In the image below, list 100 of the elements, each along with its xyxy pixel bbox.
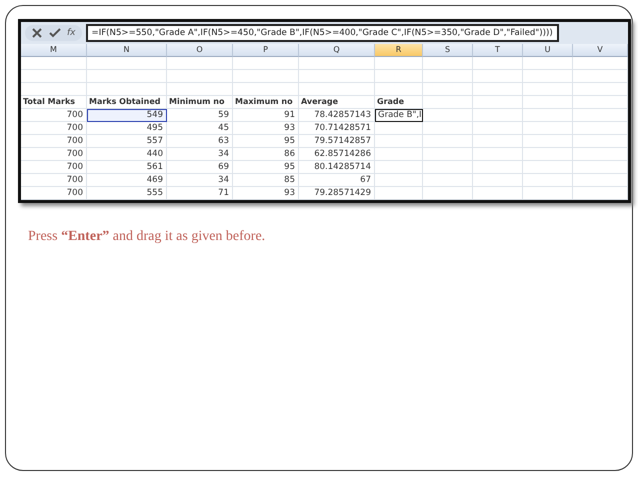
table-cell[interactable]: 557 <box>87 135 167 148</box>
table-cell[interactable]: 555 <box>87 187 167 200</box>
close-icon[interactable] <box>31 28 43 38</box>
table-cell[interactable]: 78.42857143 <box>299 109 375 122</box>
function-button[interactable]: fx <box>67 28 76 38</box>
empty-cell[interactable] <box>87 83 167 96</box>
empty-cell[interactable] <box>375 57 423 70</box>
column-header[interactable]: S <box>423 44 473 57</box>
column-header[interactable]: N <box>87 44 167 57</box>
empty-cell[interactable] <box>523 109 573 122</box>
empty-cell[interactable] <box>573 174 628 187</box>
empty-cell[interactable] <box>573 135 628 148</box>
empty-cell[interactable] <box>523 135 573 148</box>
formula-field[interactable]: =IF(N5>=550,"Grade A",IF(N5>=450,"Grade B",IF(N5>=400,"Grade C",IF(N5>=350,"Grade D","Failed")))) <box>86 24 559 42</box>
table-cell[interactable]: 700 <box>21 135 87 148</box>
table-cell[interactable]: 70.71428571 <box>299 122 375 135</box>
empty-cell[interactable] <box>473 96 523 109</box>
empty-cell[interactable] <box>423 96 473 109</box>
table-cell[interactable]: 34 <box>167 148 233 161</box>
empty-cell[interactable] <box>299 83 375 96</box>
table-cell[interactable]: Grade B",I <box>375 109 423 122</box>
empty-cell[interactable] <box>573 83 628 96</box>
empty-cell[interactable] <box>573 122 628 135</box>
empty-cell[interactable] <box>573 109 628 122</box>
empty-cell[interactable] <box>21 83 87 96</box>
empty-cell[interactable] <box>375 187 423 200</box>
empty-cell[interactable] <box>375 148 423 161</box>
empty-cell[interactable] <box>473 135 523 148</box>
empty-cell[interactable] <box>423 57 473 70</box>
empty-cell[interactable] <box>375 122 423 135</box>
table-cell[interactable]: 93 <box>233 187 299 200</box>
column-header[interactable]: V <box>573 44 628 57</box>
empty-cell[interactable] <box>375 83 423 96</box>
check-icon[interactable] <box>49 28 61 38</box>
empty-cell[interactable] <box>423 148 473 161</box>
empty-cell[interactable] <box>473 70 523 83</box>
empty-cell[interactable] <box>523 96 573 109</box>
table-cell[interactable]: 71 <box>167 187 233 200</box>
column-header[interactable]: U <box>523 44 573 57</box>
column-header[interactable]: O <box>167 44 233 57</box>
table-cell[interactable]: 700 <box>21 148 87 161</box>
table-cell[interactable]: 700 <box>21 174 87 187</box>
empty-cell[interactable] <box>523 187 573 200</box>
empty-cell[interactable] <box>573 148 628 161</box>
empty-cell[interactable] <box>523 122 573 135</box>
empty-cell[interactable] <box>523 148 573 161</box>
empty-cell[interactable] <box>473 174 523 187</box>
empty-cell[interactable] <box>573 187 628 200</box>
table-cell[interactable]: 63 <box>167 135 233 148</box>
empty-cell[interactable] <box>423 109 473 122</box>
table-cell[interactable]: 62.85714286 <box>299 148 375 161</box>
column-header[interactable]: M <box>21 44 87 57</box>
table-cell[interactable]: 549 <box>87 109 167 122</box>
empty-cell[interactable] <box>167 57 233 70</box>
empty-cell[interactable] <box>167 70 233 83</box>
table-cell[interactable]: 93 <box>233 122 299 135</box>
table-cell[interactable]: 440 <box>87 148 167 161</box>
empty-cell[interactable] <box>523 57 573 70</box>
table-cell[interactable]: 86 <box>233 148 299 161</box>
empty-cell[interactable] <box>375 70 423 83</box>
table-cell[interactable]: 79.57142857 <box>299 135 375 148</box>
table-cell[interactable]: 95 <box>233 135 299 148</box>
column-header[interactable]: P <box>233 44 299 57</box>
empty-cell[interactable] <box>573 57 628 70</box>
empty-cell[interactable] <box>423 83 473 96</box>
empty-cell[interactable] <box>375 135 423 148</box>
empty-cell[interactable] <box>523 70 573 83</box>
empty-cell[interactable] <box>423 161 473 174</box>
empty-cell[interactable] <box>423 122 473 135</box>
empty-cell[interactable] <box>523 161 573 174</box>
table-cell[interactable]: 95 <box>233 161 299 174</box>
table-cell[interactable]: 700 <box>21 122 87 135</box>
empty-cell[interactable] <box>473 148 523 161</box>
table-cell[interactable]: 495 <box>87 122 167 135</box>
empty-cell[interactable] <box>233 57 299 70</box>
empty-cell[interactable] <box>423 174 473 187</box>
table-cell[interactable]: 91 <box>233 109 299 122</box>
table-cell[interactable]: 45 <box>167 122 233 135</box>
empty-cell[interactable] <box>299 57 375 70</box>
empty-cell[interactable] <box>233 70 299 83</box>
table-cell[interactable]: 561 <box>87 161 167 174</box>
table-cell[interactable]: 59 <box>167 109 233 122</box>
empty-cell[interactable] <box>87 70 167 83</box>
table-cell[interactable]: 69 <box>167 161 233 174</box>
empty-cell[interactable] <box>473 109 523 122</box>
empty-cell[interactable] <box>87 57 167 70</box>
table-cell[interactable]: 67 <box>299 174 375 187</box>
empty-cell[interactable] <box>573 96 628 109</box>
empty-cell[interactable] <box>21 70 87 83</box>
table-cell[interactable]: 85 <box>233 174 299 187</box>
column-header[interactable]: T <box>473 44 523 57</box>
table-cell[interactable]: 469 <box>87 174 167 187</box>
table-cell[interactable]: 34 <box>167 174 233 187</box>
empty-cell[interactable] <box>21 57 87 70</box>
empty-cell[interactable] <box>573 70 628 83</box>
empty-cell[interactable] <box>423 135 473 148</box>
column-header[interactable]: R <box>375 44 423 57</box>
empty-cell[interactable] <box>523 174 573 187</box>
empty-cell[interactable] <box>473 161 523 174</box>
empty-cell[interactable] <box>573 161 628 174</box>
